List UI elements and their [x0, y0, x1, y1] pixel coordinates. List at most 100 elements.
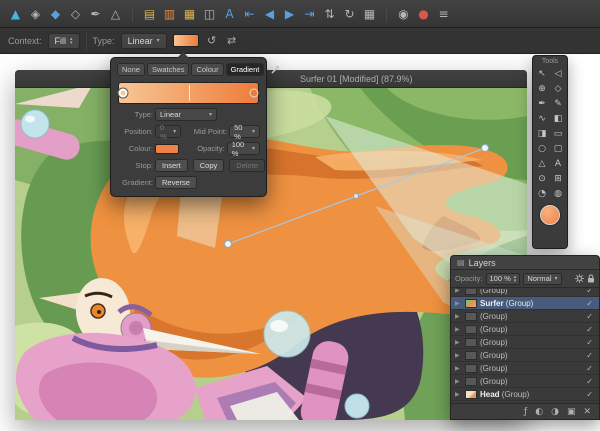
crop-tool[interactable]: ◍	[550, 186, 566, 201]
expander-icon[interactable]: ▶	[455, 365, 462, 372]
tab-gradient[interactable]: Gradient	[226, 63, 265, 76]
layer-visibility-check[interactable]: ✓	[586, 325, 593, 334]
reverse-gradient-icon[interactable]: ⇄	[225, 34, 239, 47]
rotate-icon[interactable]: ↻	[342, 8, 357, 20]
layer-visibility-check[interactable]: ✓	[586, 312, 593, 321]
back-one-icon[interactable]: ◀	[262, 8, 277, 20]
layer-effects-icon[interactable]: ƒ	[524, 407, 527, 417]
tab-colour[interactable]: Colour	[191, 63, 223, 76]
layer-visibility-check[interactable]: ✓	[586, 289, 593, 295]
context-select[interactable]: Fill ▴▾	[48, 33, 80, 49]
colour-picker-tool[interactable]: ◔	[534, 186, 550, 201]
replace-selection-icon[interactable]: ▦	[182, 8, 197, 20]
snapping-manager-icon[interactable]: ◉	[396, 8, 411, 20]
layer-visibility-check[interactable]: ✓	[586, 390, 593, 399]
pen-tool[interactable]: ✒	[534, 96, 550, 111]
adjustment-icon[interactable]: ◑	[551, 407, 559, 417]
node-tool[interactable]: ◁	[550, 66, 566, 81]
layer-row[interactable]: ▶ (Group) ✓	[451, 362, 599, 375]
opacity-dropdown[interactable]: 100 % ▾	[227, 142, 260, 155]
move-to-front-icon[interactable]: ⇥	[302, 8, 317, 20]
expander-icon[interactable]: ▶	[455, 289, 462, 294]
expander-icon[interactable]: ▶	[455, 300, 462, 307]
layer-opacity-dropdown[interactable]: 100 % ▴▾	[486, 273, 521, 285]
rotate-gradient-icon[interactable]: ↺	[205, 34, 219, 47]
text-tool[interactable]: A	[550, 156, 566, 171]
alignment-icon[interactable]: A	[222, 8, 237, 20]
menu-icon[interactable]: ≡	[436, 8, 451, 20]
color-profile-icon[interactable]: ●	[416, 8, 431, 20]
insert-behind-icon[interactable]: ▤	[142, 8, 157, 20]
layer-row[interactable]: ▶ (Group) ✓	[451, 375, 599, 388]
rectangle-tool[interactable]: ▭	[550, 126, 566, 141]
app-logo[interactable]: ▲	[8, 8, 23, 20]
layer-settings-gear-icon[interactable]	[575, 270, 584, 288]
insert-inside-icon[interactable]: ▥	[162, 8, 177, 20]
layer-row[interactable]: ▶ (Group) ✓	[451, 289, 599, 297]
gradient-mid-handle[interactable]	[354, 194, 359, 199]
gradient-midpoint-marker[interactable]	[189, 85, 190, 101]
gradient-stop-start[interactable]	[119, 89, 128, 98]
fill-swatch[interactable]	[173, 34, 199, 47]
expander-icon[interactable]: ▶	[455, 339, 462, 346]
layer-visibility-check[interactable]: ✓	[586, 351, 593, 360]
eyedropper-icon[interactable]	[270, 65, 280, 75]
forward-one-icon[interactable]: ▶	[282, 8, 297, 20]
auto-select-icon[interactable]: ◫	[202, 8, 217, 20]
gradient-type-dropdown[interactable]: Linear ▾	[155, 108, 217, 121]
current-fill-swatch[interactable]	[540, 205, 560, 225]
gradient-start-handle[interactable]	[225, 241, 232, 248]
expander-icon[interactable]: ▶	[455, 326, 462, 333]
layer-visibility-check[interactable]: ✓	[586, 377, 593, 386]
expander-icon[interactable]: ▶	[455, 378, 462, 385]
point-transform-tool[interactable]: ⊕	[534, 81, 550, 96]
view-tool[interactable]: ⊞	[550, 171, 566, 186]
triangle-tool[interactable]: △	[534, 156, 550, 171]
stop-colour-swatch[interactable]	[155, 144, 179, 154]
zoom-tool[interactable]: ⊙	[534, 171, 550, 186]
layers-panel-header[interactable]: ▤ Layers	[451, 256, 599, 270]
tab-swatches[interactable]: Swatches	[147, 63, 190, 76]
delete-stop-button[interactable]: Delete	[229, 159, 265, 172]
grid-icon[interactable]: ▦	[362, 8, 377, 20]
pentagon-shape-icon[interactable]: ◆	[48, 8, 63, 20]
pencil-tool[interactable]: ✎	[550, 96, 566, 111]
diamond-shape-icon[interactable]: ◇	[68, 8, 83, 20]
move-tool[interactable]: ↖	[534, 66, 550, 81]
layer-visibility-check[interactable]: ✓	[586, 364, 593, 373]
insert-stop-button[interactable]: Insert	[155, 159, 188, 172]
layer-row-surfer[interactable]: ▶ Surfer (Group) ✓	[451, 297, 599, 310]
rounded-rectangle-tool[interactable]: ▢	[550, 141, 566, 156]
fill-gradient-tool[interactable]: ◧	[550, 111, 566, 126]
new-layer-icon[interactable]: ▣	[567, 407, 576, 417]
layer-visibility-check[interactable]: ✓	[586, 299, 593, 308]
expander-icon[interactable]: ▶	[455, 391, 462, 398]
corner-tool[interactable]: ◇	[550, 81, 566, 96]
snap-icon[interactable]: ◈	[28, 8, 43, 20]
gradient-stop-end[interactable]	[250, 89, 259, 98]
gradient-end-handle[interactable]	[482, 145, 489, 152]
layer-row[interactable]: ▶ (Group) ✓	[451, 336, 599, 349]
ellipse-tool[interactable]: ○	[534, 141, 550, 156]
layer-row[interactable]: ▶ (Group) ✓	[451, 323, 599, 336]
delete-layer-icon[interactable]: ✕	[583, 407, 591, 417]
layer-row[interactable]: ▶ (Group) ✓	[451, 310, 599, 323]
expander-icon[interactable]: ▶	[455, 313, 462, 320]
transparency-tool[interactable]: ◨	[534, 126, 550, 141]
expander-icon[interactable]: ▶	[455, 352, 462, 359]
layer-row-head[interactable]: ▶ Head (Group) ✓	[451, 388, 599, 401]
brush-tool[interactable]: ∿	[534, 111, 550, 126]
midpoint-dropdown[interactable]: 50 % ▾	[229, 125, 260, 138]
pen-icon[interactable]: ✒	[88, 8, 103, 20]
blend-mode-dropdown[interactable]: Normal ▾	[523, 273, 561, 285]
gradient-type-select[interactable]: Linear ▾	[121, 33, 167, 49]
layer-mask-icon[interactable]: ◐	[535, 407, 543, 417]
copy-stop-button[interactable]: Copy	[193, 159, 225, 172]
tab-none[interactable]: None	[117, 63, 145, 76]
node-icon[interactable]: △	[108, 8, 123, 20]
layer-lock-icon[interactable]	[587, 270, 595, 288]
reverse-gradient-button[interactable]: Reverse	[155, 176, 197, 189]
layer-row[interactable]: ▶ (Group) ✓	[451, 349, 599, 362]
flip-icon[interactable]: ⇅	[322, 8, 337, 20]
gradient-editor-bar[interactable]	[118, 82, 259, 104]
